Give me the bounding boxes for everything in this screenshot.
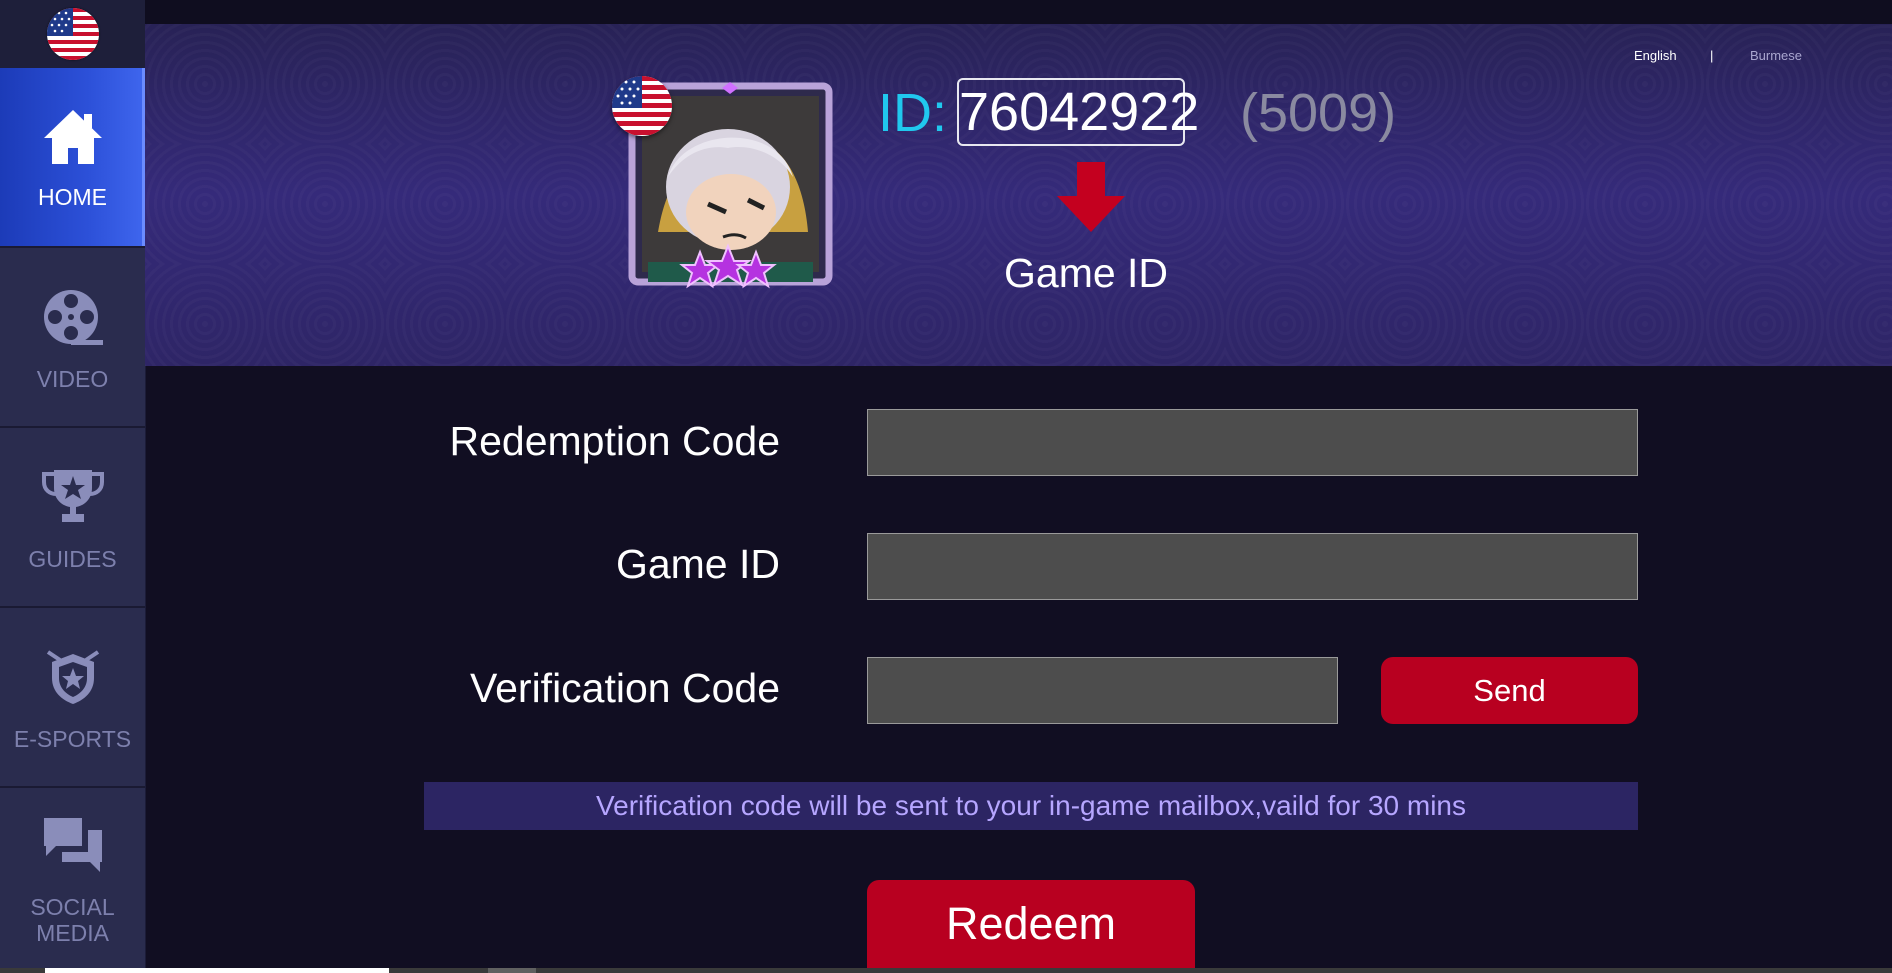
shield-star-icon — [46, 650, 99, 704]
sidebar-item-label: SOCIAL MEDIA — [30, 894, 115, 946]
id-label: ID: — [878, 83, 948, 143]
us-flag-icon — [46, 8, 99, 60]
game-id-field[interactable] — [867, 533, 1638, 600]
film-reel-icon — [43, 290, 103, 345]
sidebar-item-guides[interactable]: GUIDES — [0, 428, 145, 608]
game-id-display: 76042922 — [957, 78, 1199, 146]
game-id-input[interactable] — [868, 534, 1637, 599]
sidebar-item-label: VIDEO — [36, 366, 109, 392]
scrollbar-thumb[interactable] — [488, 968, 536, 973]
redemption-code-input[interactable] — [868, 410, 1637, 475]
game-id-label: Game ID — [615, 541, 780, 587]
sidebar: HOME VIDEO GUIDES E-SPORTS SOCIAL MEDIA — [0, 0, 146, 968]
language-separator: | — [1710, 48, 1714, 63]
redemption-code-field[interactable] — [867, 409, 1638, 476]
sidebar-item-esports[interactable]: E-SPORTS — [0, 608, 145, 788]
us-flag-icon — [612, 76, 672, 136]
sidebar-item-label: GUIDES — [28, 546, 117, 572]
language-english-link[interactable]: English — [1634, 48, 1677, 63]
arrow-down-icon — [1057, 162, 1125, 232]
redeem-button[interactable]: Redeem — [867, 880, 1195, 968]
redemption-code-label: Redemption Code — [449, 418, 780, 464]
verification-code-input[interactable] — [868, 658, 1337, 723]
home-icon — [43, 110, 102, 164]
sidebar-item-home[interactable]: HOME — [0, 68, 145, 248]
sidebar-item-social-media[interactable]: SOCIAL MEDIA — [0, 788, 145, 968]
sidebar-item-label: HOME — [38, 184, 107, 210]
profile-header — [145, 24, 1892, 366]
region-flag-button[interactable] — [0, 0, 145, 69]
verification-code-field[interactable] — [867, 657, 1338, 724]
zone-id: (5009) — [1240, 83, 1397, 143]
top-bar — [145, 0, 1892, 24]
sidebar-item-video[interactable]: VIDEO — [0, 248, 145, 428]
language-burmese-link[interactable]: Burmese — [1750, 48, 1802, 63]
verification-code-label: Verification Code — [470, 665, 780, 711]
trophy-icon — [41, 470, 104, 522]
sidebar-item-label: E-SPORTS — [13, 726, 132, 752]
game-id-caption: Game ID — [1004, 250, 1169, 296]
chat-bubbles-icon — [43, 818, 102, 872]
verification-notice: Verification code will be sent to your i… — [424, 782, 1638, 830]
send-button[interactable]: Send — [1381, 657, 1638, 724]
bottom-bar-segment — [45, 968, 389, 973]
